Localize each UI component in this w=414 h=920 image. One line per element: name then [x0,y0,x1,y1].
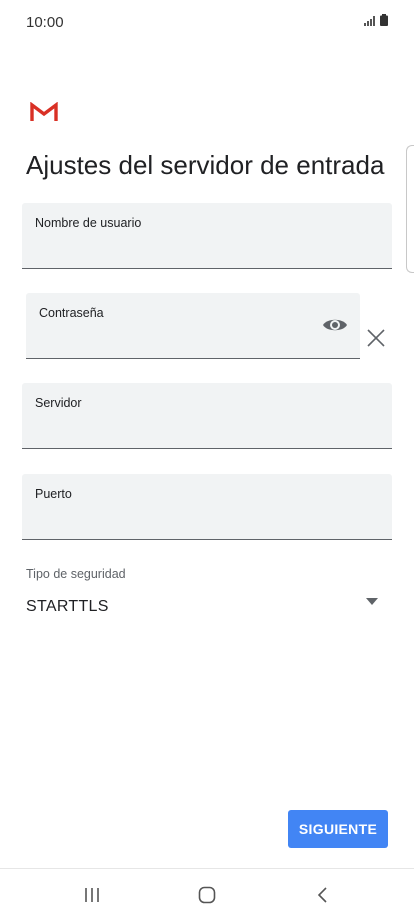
page-title: Ajustes del servidor de entrada [26,150,385,180]
scroll-edge-handle[interactable] [406,145,414,273]
password-label: Contraseña [39,306,104,320]
security-type-value: STARTTLS [26,598,109,615]
system-nav-bar [0,869,414,920]
security-type-label: Tipo de seguridad [26,567,126,581]
eye-icon[interactable] [322,315,348,335]
port-field[interactable]: Puerto [22,474,392,540]
password-field[interactable]: Contraseña [26,293,360,359]
close-icon[interactable] [366,328,386,348]
back-button[interactable] [302,883,342,907]
password-input[interactable] [38,330,312,352]
username-field[interactable]: Nombre de usuario [22,203,392,269]
back-icon [317,887,327,903]
security-type-dropdown[interactable]: STARTTLS [22,592,392,622]
home-button[interactable] [187,883,227,907]
screen: 10:00 Ajustes del servidor de entrada No… [0,0,414,920]
next-button[interactable]: SIGUIENTE [288,810,388,848]
status-icons [364,14,388,26]
server-label: Servidor [35,396,82,410]
gmail-logo-icon [30,102,58,121]
port-input[interactable] [34,511,380,533]
caret-down-icon [366,598,378,605]
signal-bars-icon [364,16,375,26]
server-field[interactable]: Servidor [22,383,392,449]
status-bar: 10:00 [0,0,414,44]
server-input[interactable] [34,420,380,442]
recents-button[interactable] [72,883,112,907]
home-icon [198,886,216,904]
battery-icon [380,14,388,26]
port-label: Puerto [35,487,72,501]
username-label: Nombre de usuario [35,216,142,230]
recents-icon [85,888,99,902]
status-time: 10:00 [26,14,64,31]
username-input[interactable] [34,240,380,262]
